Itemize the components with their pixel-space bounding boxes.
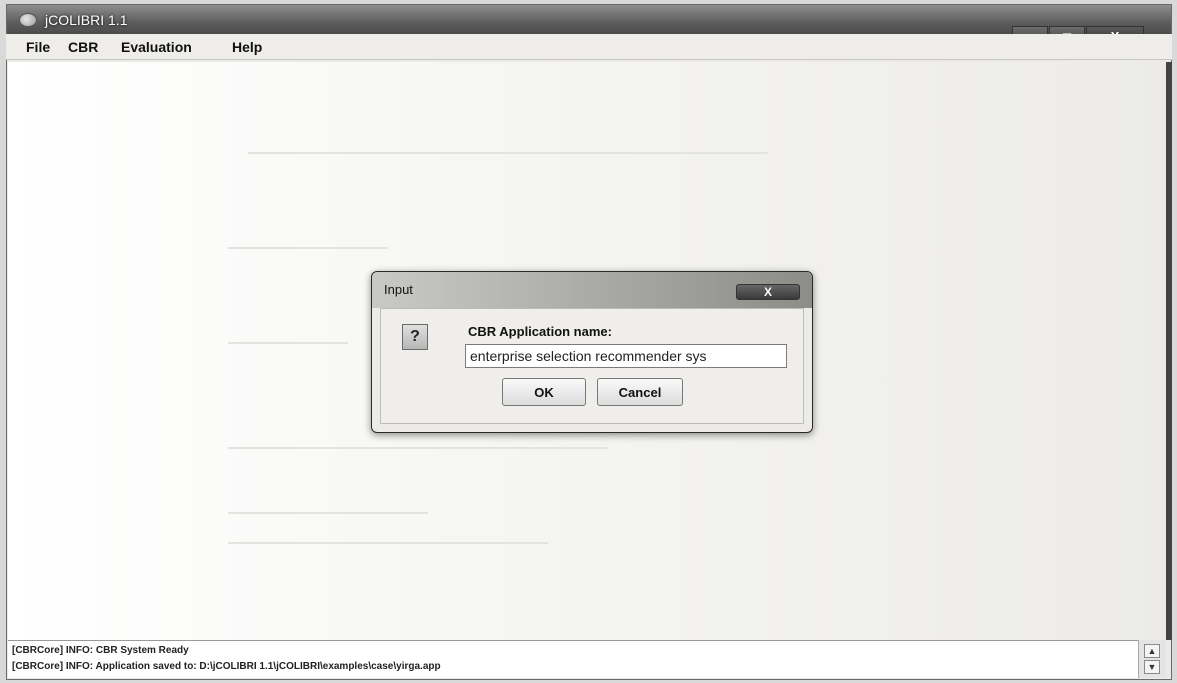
application-name-input[interactable] [465, 344, 787, 368]
prompt-label: CBR Application name: [468, 324, 612, 339]
dialog-close-button[interactable]: X [736, 284, 800, 300]
title-bar[interactable]: jCOLIBRI 1.1 [7, 5, 1171, 35]
minimize-button[interactable]: — [1012, 26, 1048, 46]
input-dialog: Input X ? CBR Application name: OK Cance… [371, 271, 813, 433]
close-button[interactable]: X [1086, 26, 1144, 46]
dialog-title: Input [384, 282, 413, 297]
app-logo-icon [19, 13, 37, 27]
dialog-title-bar[interactable]: Input X [372, 272, 812, 308]
maximize-button[interactable]: □ [1049, 26, 1085, 46]
question-icon: ? [402, 324, 428, 350]
cancel-button[interactable]: Cancel [597, 378, 683, 406]
ok-button[interactable]: OK [502, 378, 586, 406]
window-title: jCOLIBRI 1.1 [45, 12, 128, 28]
